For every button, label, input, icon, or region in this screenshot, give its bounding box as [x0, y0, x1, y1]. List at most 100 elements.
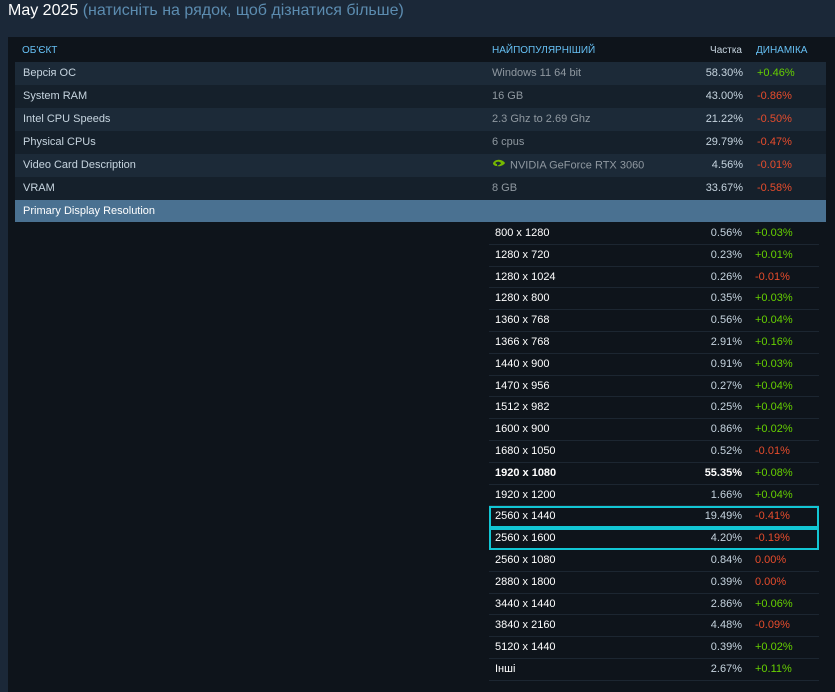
resolution-row[interactable]: 3840 x 2160 4.48% -0.09%: [489, 615, 819, 638]
row-change: -0.86%: [757, 90, 792, 102]
resolution-label: 2560 x 1440: [495, 510, 556, 523]
row-change: +0.46%: [757, 67, 795, 79]
row-name: Video Card Description: [23, 159, 136, 171]
resolution-share: 2.91%: [710, 335, 742, 348]
row-popular-value: 2.3 Ghz to 2.69 Ghz: [492, 113, 591, 125]
resolution-change: +0.08%: [755, 466, 793, 479]
column-header-share: Частка: [710, 45, 742, 56]
survey-month: May 2025: [8, 2, 79, 19]
resolution-row[interactable]: 1440 x 900 0.91% +0.03%: [489, 354, 819, 376]
page-heading: May 2025 (натисніть на рядок, щоб дізнат…: [8, 1, 404, 21]
resolution-row[interactable]: 1600 x 900 0.86% +0.02%: [489, 419, 819, 441]
resolution-share: 2.67%: [710, 662, 742, 675]
resolution-change: -0.09%: [755, 619, 790, 632]
resolution-row[interactable]: 1280 x 1024 0.26% -0.01%: [489, 267, 819, 289]
resolution-share: 0.84%: [710, 553, 742, 566]
resolution-share: 55.35%: [704, 466, 742, 479]
resolution-share: 0.23%: [710, 248, 742, 261]
resolution-share: 1.66%: [710, 488, 742, 501]
row-popular-value: NVIDIA GeForce RTX 3060: [510, 159, 645, 172]
section-title: Primary Display Resolution: [23, 205, 156, 217]
resolution-change: +0.11%: [755, 662, 792, 675]
resolution-change: +0.06%: [755, 597, 793, 610]
resolution-label: 1360 x 768: [495, 314, 550, 327]
resolution-change: +0.02%: [755, 423, 793, 436]
resolution-label: 1280 x 800: [495, 292, 550, 305]
hardware-survey-table: ОБ'ЄКТ НАЙПОПУЛЯРНІШИЙ Частка ДИНАМІКА В…: [8, 37, 835, 692]
resolution-change: 0.00%: [755, 553, 787, 566]
table-row[interactable]: Physical CPUs 6 cpus 29.79% -0.47%: [15, 131, 826, 154]
resolution-change: -0.41%: [755, 510, 790, 523]
resolution-share: 0.56%: [710, 314, 742, 327]
resolution-row-highlighted[interactable]: 2560 x 1600 4.20% -0.19%: [489, 528, 819, 550]
row-name: Версія ОС: [23, 67, 77, 79]
row-popular-value: 8 GB: [492, 182, 518, 194]
resolution-row[interactable]: 800 x 1280 0.56% +0.03%: [489, 223, 819, 245]
resolution-change: +0.03%: [755, 227, 793, 239]
resolution-share: 4.48%: [710, 619, 742, 632]
nvidia-logo-icon: [492, 154, 506, 177]
table-row[interactable]: System RAM 16 GB 43.00% -0.86%: [15, 85, 826, 108]
resolution-change: -0.01%: [755, 444, 790, 457]
resolution-share: 0.52%: [710, 444, 742, 457]
resolution-label: 800 x 1280: [495, 227, 550, 239]
resolution-row[interactable]: 1920 x 1200 1.66% +0.04%: [489, 485, 819, 507]
resolution-row[interactable]: 2880 x 1800 0.39% 0.00%: [489, 572, 819, 594]
resolution-share: 4.20%: [710, 532, 742, 545]
row-name: Intel CPU Speeds: [23, 113, 111, 125]
row-popular: 16 GB: [492, 85, 523, 108]
row-popular: NVIDIA GeForce RTX 3060: [492, 154, 644, 177]
resolution-change: +0.04%: [755, 488, 793, 501]
resolution-row[interactable]: 1280 x 800 0.35% +0.03%: [489, 288, 819, 311]
resolution-label: 1920 x 1200: [495, 488, 556, 501]
resolution-row[interactable]: 1280 x 720 0.23% +0.01%: [489, 245, 819, 267]
column-header-popular: НАЙПОПУЛЯРНІШИЙ: [492, 45, 596, 56]
resolution-row[interactable]: 1512 x 982 0.25% +0.04%: [489, 397, 819, 420]
resolution-share: 19.49%: [704, 510, 742, 523]
row-change: -0.50%: [757, 113, 792, 125]
resolution-label: 1440 x 900: [495, 357, 550, 370]
table-row[interactable]: VRAM 8 GB 33.67% -0.58%: [15, 177, 826, 200]
row-popular-value: 6 cpus: [492, 136, 525, 148]
resolution-change: +0.03%: [755, 357, 793, 370]
resolution-share: 0.35%: [710, 292, 742, 305]
row-share: 29.79%: [705, 136, 743, 148]
resolution-label: 1680 x 1050: [495, 444, 556, 457]
resolution-row[interactable]: Інші 2.67% +0.11%: [489, 659, 819, 681]
resolution-row[interactable]: 1470 x 956 0.27% +0.04%: [489, 376, 819, 398]
row-change: -0.01%: [757, 159, 792, 171]
resolution-label: 3440 x 1440: [495, 597, 556, 610]
resolution-row[interactable]: 1366 x 768 2.91% +0.16%: [489, 332, 819, 354]
resolution-change: +0.02%: [755, 641, 793, 654]
resolution-share: 0.86%: [710, 423, 742, 436]
resolution-row[interactable]: 1680 x 1050 0.52% -0.01%: [489, 441, 819, 463]
resolution-share: 2.86%: [710, 597, 742, 610]
row-name: VRAM: [23, 182, 55, 194]
resolution-change: +0.04%: [755, 379, 793, 392]
resolution-row[interactable]: 5120 x 1440 0.39% +0.02%: [489, 637, 819, 659]
resolution-row-highlighted[interactable]: 2560 x 1440 19.49% -0.41%: [489, 506, 819, 529]
table-row[interactable]: Intel CPU Speeds 2.3 Ghz to 2.69 Ghz 21.22…: [15, 108, 826, 131]
resolution-share: 0.39%: [710, 641, 742, 654]
resolution-row[interactable]: 1920 x 1080 55.35% +0.08%: [489, 463, 819, 485]
section-primary-display-resolution[interactable]: Primary Display Resolution: [15, 200, 826, 222]
resolution-label: 1280 x 1024: [495, 270, 556, 283]
resolution-row[interactable]: 3440 x 1440 2.86% +0.06%: [489, 594, 819, 616]
row-popular: 8 GB: [492, 177, 517, 200]
row-name: System RAM: [23, 90, 88, 102]
resolution-row[interactable]: 2560 x 1080 0.84% 0.00%: [489, 550, 819, 572]
resolution-change: +0.04%: [755, 401, 793, 414]
resolution-share: 0.39%: [710, 575, 742, 588]
resolution-label: 1280 x 720: [495, 248, 550, 261]
resolution-row[interactable]: 1360 x 768 0.56% +0.04%: [489, 310, 819, 332]
resolution-change: +0.04%: [755, 314, 793, 327]
resolution-label: 1366 x 768: [495, 335, 550, 348]
resolution-change: 0.00%: [755, 575, 787, 588]
row-name: Physical CPUs: [23, 136, 96, 148]
column-header-object: ОБ'ЄКТ: [22, 45, 58, 56]
table-row[interactable]: Версія ОС Windows 11 64 bit 58.30% +0.46%: [15, 62, 826, 85]
row-share: 21.22%: [705, 113, 743, 125]
table-row[interactable]: Video Card Description NVIDIA GeForce RTX…: [15, 154, 826, 177]
row-popular-value: 16 GB: [492, 90, 524, 102]
resolution-label: 5120 x 1440: [495, 641, 556, 654]
